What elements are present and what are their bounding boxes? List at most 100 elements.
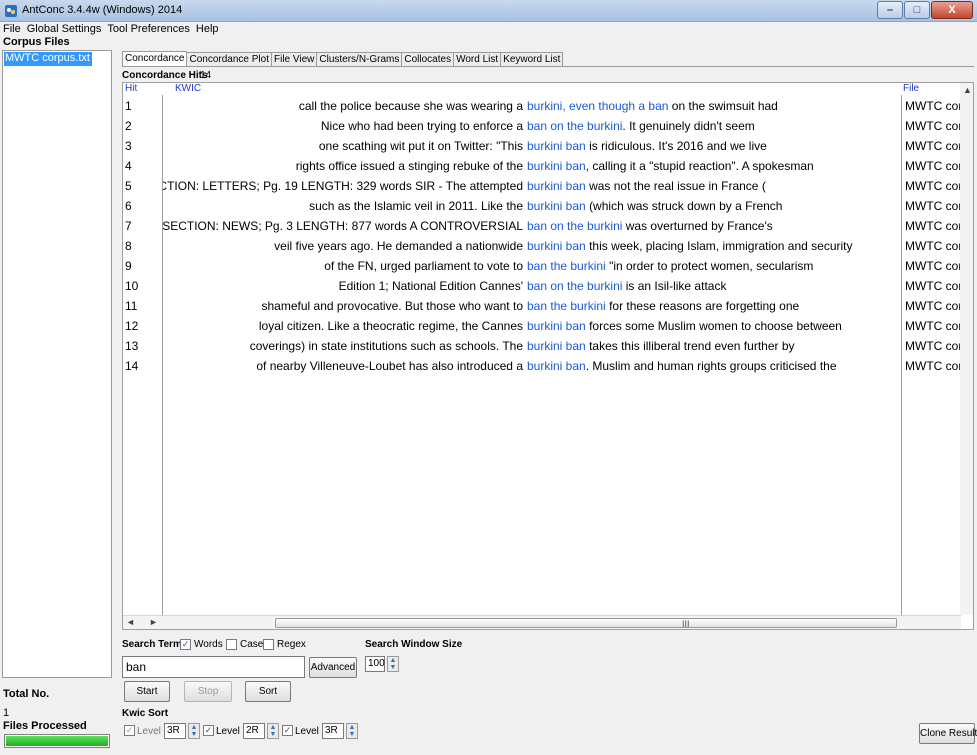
level2-down-icon[interactable]: ▼ [270,731,277,738]
level3-up-icon[interactable]: ▲ [349,724,356,731]
stop-button[interactable]: Stop [184,681,232,702]
window-size-spinner[interactable]: ▲ ▼ [387,656,399,672]
advanced-button[interactable]: Advanced [309,657,357,678]
level3-spinner[interactable]: ▲ ▼ [346,723,358,739]
progress-fill [6,736,108,746]
table-row[interactable]: one scathing wit put it on Twitter: "Thi… [163,139,901,159]
level1-down-icon[interactable]: ▼ [191,731,198,738]
file-cell: MWTC corpus.txt [905,199,961,213]
table-row[interactable]: such as the Islamic veil in 2011. Like t… [163,199,901,219]
level1-up-icon[interactable]: ▲ [191,724,198,731]
search-keyword[interactable]: burkini ban [527,179,586,193]
tab-clusters-ngrams[interactable]: Clusters/N-Grams [316,52,403,66]
hit-number: 13 [125,339,139,353]
search-keyword[interactable]: burkini ban [527,319,586,333]
level2-up-icon[interactable]: ▲ [270,724,277,731]
words-checkbox[interactable]: ✓ [180,639,191,650]
file-column-header[interactable]: File [903,83,919,94]
table-row[interactable]: of nearby Villeneuve-Loubet has also int… [163,359,901,379]
regex-checkbox[interactable] [263,639,274,650]
tab-collocates[interactable]: Collocates [401,52,455,66]
hit-number: 11 [125,299,138,313]
table-row[interactable]: of the FN, urged parliament to vote to ba… [163,259,901,279]
sort-button[interactable]: Sort [245,681,291,702]
level1-checkbox[interactable]: ✓ [124,725,135,736]
vertical-scrollbar[interactable]: ▲ [960,83,973,615]
search-keyword[interactable]: burkini ban [527,199,586,213]
tab-keyword-list[interactable]: Keyword List [500,52,564,66]
level1-value-field[interactable]: 3R [164,723,186,739]
tab-concordance-plot[interactable]: Concordance Plot [186,52,272,66]
table-row[interactable]: shameful and provocative. But those who … [163,299,901,319]
file-cell: MWTC corpus.txt [905,359,961,373]
search-keyword[interactable]: ban on the burkini [527,219,622,233]
left-context: holland SECTION: NEWS; Pg. 3 LENGTH: 877… [163,219,523,233]
level1-spinner[interactable]: ▲ ▼ [188,723,200,739]
menu-tool-preferences[interactable]: Tool Preferences [107,23,190,35]
right-context: (which was struck down by a French [589,199,783,213]
menu-help[interactable]: Help [196,23,219,35]
hit-column-header[interactable]: Hit [125,83,137,94]
clone-results-button[interactable]: Clone Results [919,723,977,744]
search-keyword[interactable]: burkini ban [527,159,586,173]
search-keyword[interactable]: burkini ban [527,139,586,153]
level3-value-field[interactable]: 3R [322,723,344,739]
spin-down-icon[interactable]: ▼ [390,664,397,671]
tab-word-list[interactable]: Word List [453,52,502,66]
right-context: , calling it a "stupid reaction". A spok… [585,159,814,173]
table-row[interactable]: Edition 1; National Edition Cannes' ban o… [163,279,901,299]
table-row[interactable]: rights office issued a stinging rebuke o… [163,159,901,179]
level2-spinner[interactable]: ▲ ▼ [267,723,279,739]
right-context: this week, placing Islam, immigration an… [589,239,853,253]
level3-checkbox[interactable]: ✓ [282,725,293,736]
keyword-and-right-context: burkini ban (which was struck down by a … [527,199,782,213]
search-keyword[interactable]: burkini ban [527,239,586,253]
tab-file-view[interactable]: File View [270,52,318,66]
level2-value-field[interactable]: 2R [243,723,265,739]
table-row[interactable]: loyal citizen. Like a theocratic regime,… [163,319,901,339]
search-term-input[interactable] [122,656,305,678]
hit-number: 1 [125,99,132,113]
table-row[interactable]: Nice who had been trying to enforce a ban… [163,119,901,139]
table-row[interactable]: call the police because she was wearing … [163,99,901,119]
kwic-column-header[interactable]: KWIC [175,83,201,94]
search-keyword[interactable]: ban on the burkini [527,279,622,293]
minimize-button[interactable]: – [877,1,903,19]
table-row[interactable]: holland SECTION: NEWS; Pg. 3 LENGTH: 877… [163,219,901,239]
scroll-up-icon[interactable]: ▲ [963,85,972,95]
spin-up-icon[interactable]: ▲ [390,657,397,664]
scroll-right-icon[interactable]: ► [149,617,158,627]
keyword-and-right-context: burkini ban, calling it a "stupid reacti… [527,159,814,173]
search-keyword[interactable]: burkini ban [527,359,586,373]
total-no-label: Total No. [3,688,50,700]
concordance-results[interactable]: Hit KWIC File 1 2 3 4 5 6 7 8 9 10 11 12 13 14 call t… [122,82,974,630]
kwic-column[interactable]: call the police because she was wearing … [163,95,901,615]
menu-global-settings[interactable]: Global Settings [27,23,102,35]
right-context: forces some Muslim women to choose betwe… [589,319,842,333]
start-button[interactable]: Start [124,681,170,702]
horizontal-scroll-thumb[interactable]: III [275,618,897,629]
level3-down-icon[interactable]: ▼ [349,731,356,738]
keyword-and-right-context: burkini, even though a ban on the swimsu… [527,99,778,113]
search-keyword[interactable]: burkini, even though a ban [527,99,668,113]
level2-checkbox[interactable]: ✓ [203,725,214,736]
table-row[interactable]: SECTION: LETTERS; Pg. 19 LENGTH: 329 wor… [163,179,901,199]
case-checkbox[interactable] [226,639,237,650]
maximize-button[interactable]: □ [904,1,930,19]
search-keyword[interactable]: ban on the burkini [527,119,622,133]
horizontal-scrollbar[interactable]: ◄ ► III [123,615,961,629]
tab-concordance[interactable]: Concordance [122,51,188,66]
search-keyword[interactable]: ban the burkini [527,259,606,273]
table-row[interactable]: veil five years ago. He demanded a natio… [163,239,901,259]
menu-file[interactable]: File [3,23,21,35]
corpus-file-list[interactable]: MWTC corpus.txt [2,50,112,678]
left-context: shameful and provocative. But those who … [261,299,524,313]
scroll-left-icon[interactable]: ◄ [126,617,135,627]
corpus-file-item[interactable]: MWTC corpus.txt [4,52,92,66]
search-keyword[interactable]: ban the burkini [527,299,606,313]
table-row[interactable]: coverings) in state institutions such as… [163,339,901,359]
close-button[interactable]: X [931,1,973,19]
search-keyword[interactable]: burkini ban [527,339,586,353]
keyword-and-right-context: ban on the burkini was overturned by Fra… [527,219,773,233]
window-size-field[interactable]: 100 [365,656,385,672]
